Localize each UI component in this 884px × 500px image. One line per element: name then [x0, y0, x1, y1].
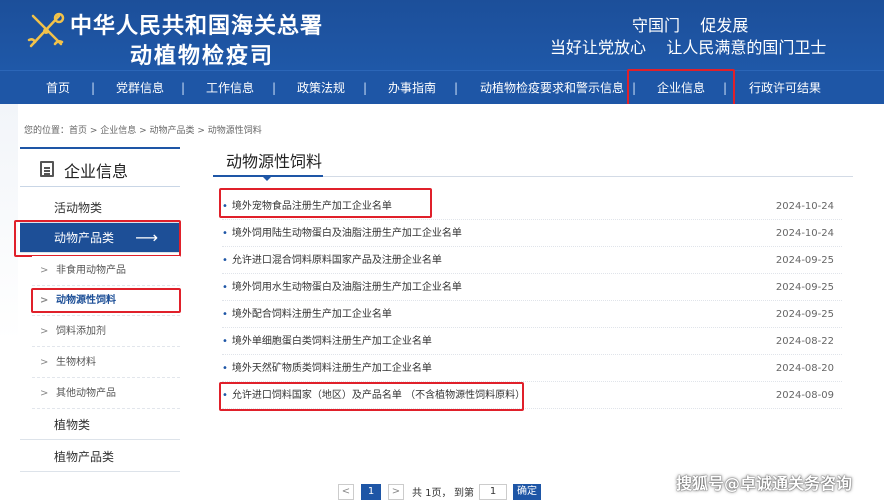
nav-separator: | — [363, 81, 368, 95]
slogan-line-2: 当好让党放心 让人民满意的国门卫士 — [550, 38, 827, 57]
sidebar-subitem-label: 其他动物产品 — [56, 388, 116, 399]
list-item-date: 2024-08-09 — [775, 390, 834, 401]
list-item-date: 2024-10-24 — [775, 228, 834, 239]
document-icon — [40, 161, 54, 177]
title-pointer — [263, 177, 271, 181]
org-department: 动植物检疫司 — [130, 43, 275, 69]
chevron-right-icon: > — [40, 326, 49, 337]
highlight-box-subitem — [31, 288, 181, 313]
highlight-box-row — [219, 188, 432, 218]
list-item-date: 2024-10-24 — [775, 201, 834, 212]
list-item-date: 2024-08-22 — [775, 336, 834, 347]
list-item-date: 2024-09-25 — [775, 282, 834, 293]
nav-item-guide[interactable]: 办事指南 — [388, 71, 436, 105]
goto-page-input[interactable]: 1 — [479, 484, 507, 500]
main-nav: 首页 | 党群信息 | 工作信息 | 政策法规 | 办事指南 | 动植物检疫要求… — [0, 70, 884, 104]
nav-separator: | — [91, 81, 96, 95]
next-page-button[interactable]: > — [388, 484, 404, 500]
slogan-line-1: 守国门 促发展 — [632, 16, 749, 35]
list-item-date: 2024-09-25 — [775, 309, 834, 320]
page-title: 动物源性饲料 — [226, 152, 323, 171]
list-item-date: 2024-09-25 — [775, 255, 834, 266]
goto-label: 到第 — [454, 488, 474, 499]
sidebar-subitem-label: 非食用动物产品 — [56, 265, 126, 276]
chevron-right-icon: > — [40, 265, 49, 276]
sidebar-subitem-non-food[interactable]: > 非食用动物产品 — [32, 256, 180, 286]
sidebar-subitem-bio-material[interactable]: > 生物材料 — [32, 348, 180, 378]
bullet-icon: • — [222, 309, 228, 320]
site-header: 中华人民共和国海关总署 动植物检疫司 守国门 促发展 当好让党放心 让人民满意的… — [0, 0, 884, 70]
list-item-date: 2024-08-20 — [775, 363, 834, 374]
list-item[interactable]: • 境外饲用陆生动物蛋白及油脂注册生产加工企业名单 2024-10-24 — [222, 221, 842, 247]
list-item-title[interactable]: 允许进口混合饲料原料国家产品及注册企业名单 — [232, 255, 442, 266]
list-item-title[interactable]: 境外配合饲料注册生产加工企业名单 — [232, 309, 392, 320]
highlight-box-category — [14, 220, 181, 257]
watermark: 搜狐号@卓诚通关务咨询 — [676, 474, 853, 493]
sidebar-item-live-animals[interactable]: 活动物类 — [20, 193, 180, 223]
highlight-box-row — [219, 382, 524, 411]
sidebar-subitem-feed-additive[interactable]: > 饲料添加剂 — [32, 317, 180, 347]
bullet-icon: • — [222, 336, 228, 347]
nav-separator: | — [454, 81, 459, 95]
sidebar-subitem-label: 饲料添加剂 — [56, 326, 106, 337]
list-item-title[interactable]: 境外单细胞蛋白类饲料注册生产加工企业名单 — [232, 336, 432, 347]
sidebar-item-plants[interactable]: 植物类 — [20, 410, 180, 440]
current-page[interactable]: 1 — [361, 484, 381, 500]
chevron-right-icon: > — [40, 388, 49, 399]
sidebar-subitem-other[interactable]: > 其他动物产品 — [32, 379, 180, 409]
bullet-icon: • — [222, 228, 228, 239]
sidebar-subitem-label: 生物材料 — [56, 357, 96, 368]
bullet-icon: • — [222, 282, 228, 293]
nav-item-quarantine[interactable]: 动植物检疫要求和警示信息 — [480, 71, 624, 105]
list-item[interactable]: • 境外配合饲料注册生产加工企业名单 2024-09-25 — [222, 302, 842, 328]
breadcrumb: 您的位置：首页 > 企业信息 > 动物产品类 > 动物源性饲料 — [24, 126, 262, 136]
nav-item-home[interactable]: 首页 — [46, 71, 70, 105]
chevron-right-icon: > — [40, 357, 49, 368]
list-item-title[interactable]: 境外天然矿物质类饲料注册生产加工企业名单 — [232, 363, 432, 374]
goto-confirm-button[interactable]: 确定 — [513, 484, 541, 500]
prev-page-button[interactable]: < — [338, 484, 354, 500]
total-pages-text: 共 1页， — [412, 488, 452, 499]
list-item[interactable]: • 境外天然矿物质类饲料注册生产加工企业名单 2024-08-20 — [222, 356, 842, 382]
bullet-icon: • — [222, 255, 228, 266]
list-item-title[interactable]: 境外饲用陆生动物蛋白及油脂注册生产加工企业名单 — [232, 228, 462, 239]
org-name: 中华人民共和国海关总署 — [70, 13, 324, 39]
nav-item-work[interactable]: 工作信息 — [206, 71, 254, 105]
bullet-icon: • — [222, 363, 228, 374]
nav-item-policy[interactable]: 政策法规 — [297, 71, 345, 105]
list-item[interactable]: • 境外单细胞蛋白类饲料注册生产加工企业名单 2024-08-22 — [222, 329, 842, 355]
nav-item-party[interactable]: 党群信息 — [116, 71, 164, 105]
list-item[interactable]: • 允许进口混合饲料原料国家产品及注册企业名单 2024-09-25 — [222, 248, 842, 274]
list-item[interactable]: • 境外饲用水生动物蛋白及油脂注册生产加工企业名单 2024-09-25 — [222, 275, 842, 301]
sidebar-item-plant-products[interactable]: 植物产品类 — [20, 442, 180, 472]
list-item-title[interactable]: 境外饲用水生动物蛋白及油脂注册生产加工企业名单 — [232, 282, 462, 293]
nav-separator: | — [181, 81, 186, 95]
nav-item-permit[interactable]: 行政许可结果 — [749, 71, 821, 105]
nav-separator: | — [272, 81, 277, 95]
sidebar-title: 企业信息 — [20, 147, 180, 187]
sidebar-title-text: 企业信息 — [64, 162, 129, 181]
customs-emblem-icon — [27, 12, 65, 48]
